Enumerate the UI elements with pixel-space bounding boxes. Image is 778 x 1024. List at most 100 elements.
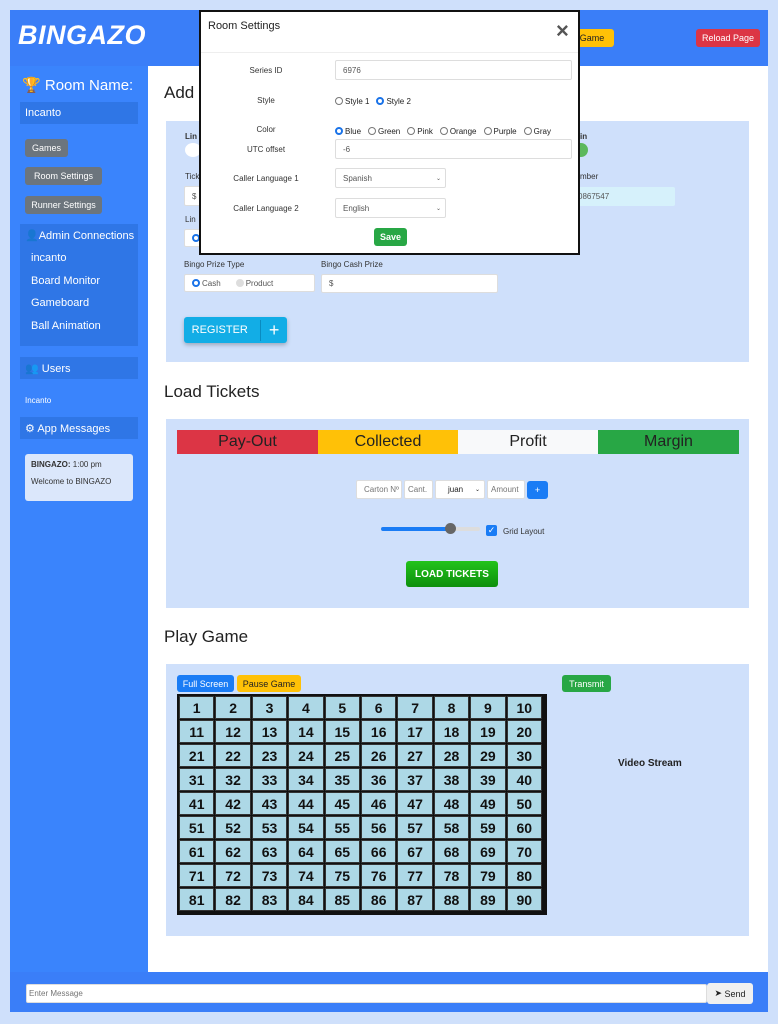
runner-select[interactable]: juan ⌄ [435,480,485,499]
board-cell: 1 [179,696,215,719]
board-cell: 40 [506,768,542,791]
close-icon[interactable]: × [556,18,569,44]
board-cell: 50 [506,792,542,815]
admin-item[interactable]: Board Monitor [31,275,100,287]
board-cell: 11 [179,720,215,743]
color-radio-group: Blue Green Pink Orange Purple Gray [335,122,558,140]
plus-icon: + [259,319,279,341]
bingo-cash-prize-input[interactable]: $ [321,274,498,293]
number-input[interactable]: 0867547 [578,187,675,206]
room-settings-button[interactable]: Room Settings [25,167,102,185]
board-cell: 54 [288,816,324,839]
bingo-board: 1 2 3 4 5 6 7 8 9 10 11 12 13 14 15 16 17 18 19 20 21 22 23 24 2… [177,694,547,915]
color-green-radio[interactable]: Green [368,127,400,136]
register-title: Add [164,83,195,102]
message-input[interactable] [26,984,707,1003]
modal-title: Room Settings [208,20,281,32]
board-cell: 39 [470,768,506,791]
board-cell: 34 [288,768,324,791]
message-text: Welcome to BINGAZO [31,477,112,486]
color-orange-radio[interactable]: Orange [439,127,477,136]
board-cell: 67 [397,840,433,863]
size-slider[interactable] [381,523,480,534]
caller-language-2-label: Caller Language 2 [233,204,299,213]
label: Lin [185,132,197,141]
save-button[interactable]: Save [374,228,407,246]
admin-item[interactable]: Ball Animation [31,320,101,332]
board-cell: 29 [470,744,506,767]
amount-input[interactable] [487,480,525,499]
board-cell: 75 [324,864,360,887]
message-time: 1:00 pm [72,460,102,469]
board-cell: 89 [470,888,506,911]
style-2-radio[interactable]: Style 2 [376,97,411,106]
admin-item[interactable]: Gameboard [31,297,89,309]
board-cell: 42 [215,792,251,815]
cant-input[interactable] [404,480,433,499]
series-id-input[interactable]: 6976 [335,60,572,80]
utc-offset-input[interactable]: -6 [335,139,572,159]
board-cell: 44 [288,792,324,815]
admin-item[interactable]: incanto [31,252,66,264]
board-cell: 36 [361,768,397,791]
board-cell: 17 [397,720,433,743]
utc-offset-label: UTC offset [246,145,286,154]
board-cell: 28 [433,744,470,767]
board-cell: 70 [506,840,542,863]
register-button[interactable]: REGISTER + [184,317,287,343]
bingo-prize-type-label: Bingo Prize Type [184,260,245,269]
board-cell: 31 [179,768,215,791]
color-purple-radio[interactable]: Purple [483,127,517,136]
reload-page-button[interactable]: Reload Page [696,29,760,47]
label: mber [580,172,599,181]
users-title: 👥 Users [25,363,71,375]
grid-layout-label: Grid Layout [503,527,545,536]
add-ticket-button[interactable]: + [527,481,548,499]
chevron-down-icon: ⌄ [435,205,441,212]
divider [201,52,578,53]
board-cell: 27 [397,744,433,767]
carton-input[interactable] [356,480,402,499]
transmit-button[interactable]: Transmit [562,675,611,692]
caller-language-1-select[interactable]: Spanish ⌄ [335,168,446,188]
grid-layout-checkbox[interactable]: ✓ [486,525,497,536]
board-cell: 4 [288,696,324,719]
gears-icon: ⚙ [25,423,35,435]
color-pink-radio[interactable]: Pink [407,127,433,136]
send-button[interactable]: ➤ Send [707,983,753,1004]
board-cell: 68 [433,840,470,863]
label: Tick [185,172,200,181]
style-1-radio[interactable]: Style 1 [335,97,369,106]
board-cell: 71 [179,864,215,887]
board-cell: 55 [324,816,360,839]
board-cell: 49 [470,792,506,815]
load-tickets-button[interactable]: LOAD TICKETS [406,561,498,587]
board-cell: 51 [179,816,215,839]
label: Lin [185,215,196,224]
board-cell: 77 [397,864,433,887]
chevron-down-icon: ⌄ [474,487,480,493]
board-cell: 2 [215,696,251,719]
board-cell: 87 [397,888,433,911]
games-button[interactable]: Games [25,139,68,157]
board-cell: 15 [324,720,360,743]
prize-type-cash[interactable]: Cash [192,279,221,288]
user-icon: 👤 [25,230,39,242]
collected-stat: Collected [318,430,458,454]
full-screen-button[interactable]: Full Screen [177,675,234,692]
message-card: BINGAZO: 1:00 pm Welcome to BINGAZO [25,454,133,501]
runner-settings-button[interactable]: Runner Settings [25,196,102,214]
board-cell: 59 [470,816,506,839]
pause-game-button[interactable]: Pause Game [237,675,301,692]
caller-language-2-select[interactable]: English ⌄ [335,198,446,218]
board-cell: 76 [361,864,397,887]
board-cell: 16 [361,720,397,743]
color-blue-radio[interactable]: Blue [335,127,361,136]
prize-type-product[interactable]: Product [235,279,273,288]
board-cell: 14 [288,720,324,743]
color-gray-radio[interactable]: Gray [523,127,551,136]
board-cell: 56 [361,816,397,839]
board-cell: 66 [361,840,397,863]
board-cell: 24 [288,744,324,767]
logo: BINGAZO [18,20,146,50]
